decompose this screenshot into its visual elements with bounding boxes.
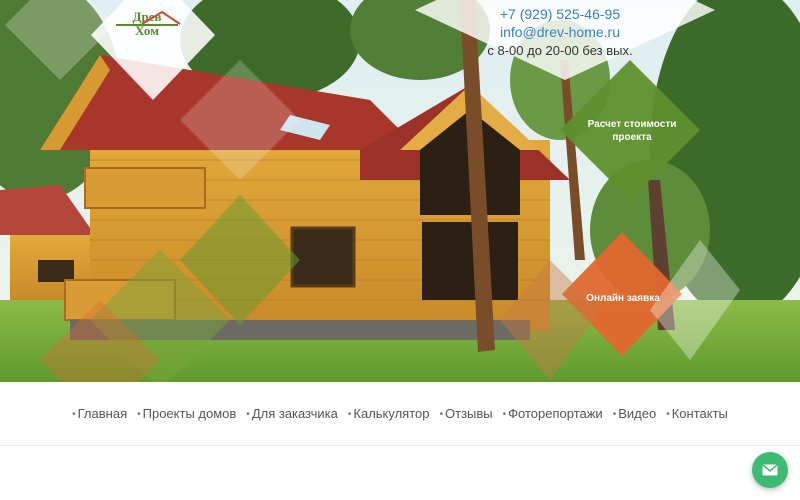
- nav-item-photo-reports[interactable]: • Фоторепортажи: [498, 406, 608, 421]
- nav-label: Калькулятор: [353, 406, 430, 421]
- bullet-icon: •: [137, 409, 141, 421]
- bullet-icon: •: [347, 409, 352, 421]
- nav-label: Главная: [77, 406, 128, 421]
- nav-label: Фоторепортажи: [508, 406, 603, 421]
- bullet-icon: •: [439, 409, 444, 421]
- nav-item-home[interactable]: • Главная: [67, 406, 132, 421]
- bullet-icon: •: [246, 409, 250, 421]
- bullet-icon: •: [502, 409, 507, 421]
- nav-item-customer[interactable]: • Для заказчика: [241, 406, 343, 421]
- contact-block: +7 (929) 525-46-95 info@drev-home.ru с 8…: [470, 6, 650, 60]
- hero-photo: [0, 0, 800, 382]
- nav-item-calculator[interactable]: • Калькулятор: [343, 406, 435, 421]
- bullet-icon: •: [72, 409, 76, 421]
- nav-label: Контакты: [671, 406, 728, 421]
- logo[interactable]: Древ Хом: [112, 10, 182, 38]
- nav-item-projects[interactable]: • Проекты домов: [132, 406, 241, 421]
- bullet-icon: •: [666, 409, 670, 421]
- nav-item-video[interactable]: • Видео: [608, 406, 662, 421]
- phone-link[interactable]: +7 (929) 525-46-95: [470, 6, 650, 23]
- envelope-icon: [762, 464, 778, 476]
- nav-label: Для заказчика: [251, 406, 338, 421]
- work-hours: с 8-00 до 20-00 без вых.: [487, 43, 633, 58]
- nav-label: Проекты домов: [142, 406, 237, 421]
- email-link[interactable]: info@drev-home.ru: [470, 23, 650, 42]
- chat-button[interactable]: [752, 452, 788, 488]
- nav-label: Отзывы: [445, 406, 493, 421]
- main-nav: • Главная • Проекты домов • Для заказчика •…: [0, 382, 800, 446]
- online-order-button[interactable]: Онлайн заявка: [578, 293, 668, 304]
- nav-item-contacts[interactable]: • Контакты: [661, 406, 733, 421]
- nav-label: Видео: [618, 406, 657, 421]
- calc-cost-button[interactable]: Расчет стоимости проекта: [578, 118, 686, 144]
- house-logo-icon: [116, 10, 181, 26]
- bullet-icon: •: [612, 409, 617, 421]
- logo-line2: Хом: [134, 23, 160, 38]
- nav-item-reviews[interactable]: • Отзывы: [435, 406, 498, 421]
- hero-banner: Древ Хом +7 (929) 525-46-95 info@drev-ho…: [0, 0, 800, 382]
